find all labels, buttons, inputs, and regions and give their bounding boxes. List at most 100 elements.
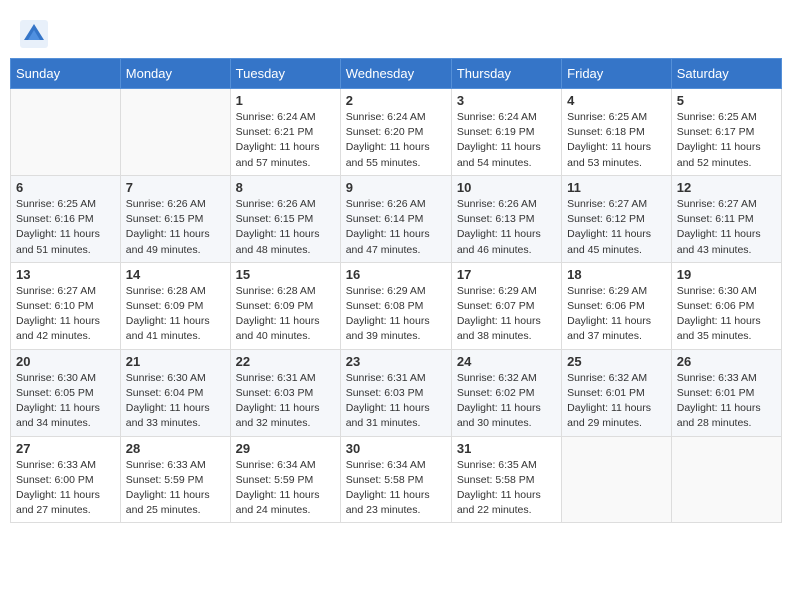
day-number: 19 xyxy=(677,267,776,282)
day-info: Sunrise: 6:25 AMSunset: 6:16 PMDaylight:… xyxy=(16,197,115,258)
day-number: 31 xyxy=(457,441,556,456)
calendar-week-row: 20 Sunrise: 6:30 AMSunset: 6:05 PMDayligh… xyxy=(11,349,782,436)
calendar-cell xyxy=(671,436,781,523)
day-number: 10 xyxy=(457,180,556,195)
day-info: Sunrise: 6:24 AMSunset: 6:21 PMDaylight:… xyxy=(236,110,335,171)
calendar-cell: 25 Sunrise: 6:32 AMSunset: 6:01 PMDayligh… xyxy=(562,349,672,436)
logo xyxy=(20,20,52,48)
day-number: 17 xyxy=(457,267,556,282)
day-number: 23 xyxy=(346,354,446,369)
calendar-cell: 30Sunrise: 6:34 AMSunset: 5:58 PMDayligh… xyxy=(340,436,451,523)
calendar-cell: 13 Sunrise: 6:27 AMSunset: 6:10 PMDayligh… xyxy=(11,262,121,349)
day-number: 12 xyxy=(677,180,776,195)
calendar-cell xyxy=(562,436,672,523)
day-info: Sunrise: 6:24 AMSunset: 6:20 PMDaylight:… xyxy=(346,110,446,171)
day-info: Sunrise: 6:25 AMSunset: 6:17 PMDaylight:… xyxy=(677,110,776,171)
day-info: Sunrise: 6:32 AMSunset: 6:02 PMDaylight:… xyxy=(457,371,556,432)
calendar-cell: 1 Sunrise: 6:24 AMSunset: 6:21 PMDaylight… xyxy=(230,89,340,176)
day-number: 27 xyxy=(16,441,115,456)
day-number: 22 xyxy=(236,354,335,369)
day-number: 5 xyxy=(677,93,776,108)
day-info: Sunrise: 6:26 AMSunset: 6:13 PMDaylight:… xyxy=(457,197,556,258)
day-number: 26 xyxy=(677,354,776,369)
calendar-cell: 23 Sunrise: 6:31 AMSunset: 6:03 PMDayligh… xyxy=(340,349,451,436)
calendar-cell: 12 Sunrise: 6:27 AMSunset: 6:11 PMDayligh… xyxy=(671,175,781,262)
day-info: Sunrise: 6:28 AMSunset: 6:09 PMDaylight:… xyxy=(126,284,225,345)
day-info: Sunrise: 6:30 AMSunset: 6:04 PMDaylight:… xyxy=(126,371,225,432)
day-info: Sunrise: 6:31 AMSunset: 6:03 PMDaylight:… xyxy=(236,371,335,432)
day-number: 14 xyxy=(126,267,225,282)
calendar-week-row: 27 Sunrise: 6:33 AMSunset: 6:00 PMDayligh… xyxy=(11,436,782,523)
day-info: Sunrise: 6:24 AMSunset: 6:19 PMDaylight:… xyxy=(457,110,556,171)
day-info: Sunrise: 6:33 AMSunset: 6:01 PMDaylight:… xyxy=(677,371,776,432)
calendar-cell: 18 Sunrise: 6:29 AMSunset: 6:06 PMDayligh… xyxy=(562,262,672,349)
day-number: 4 xyxy=(567,93,666,108)
calendar-cell: 8Sunrise: 6:26 AMSunset: 6:15 PMDaylight… xyxy=(230,175,340,262)
calendar-cell: 16Sunrise: 6:29 AMSunset: 6:08 PMDayligh… xyxy=(340,262,451,349)
calendar-week-row: 6 Sunrise: 6:25 AMSunset: 6:16 PMDaylight… xyxy=(11,175,782,262)
day-info: Sunrise: 6:27 AMSunset: 6:12 PMDaylight:… xyxy=(567,197,666,258)
day-number: 25 xyxy=(567,354,666,369)
calendar-cell: 31 Sunrise: 6:35 AMSunset: 5:58 PMDayligh… xyxy=(451,436,561,523)
day-number: 3 xyxy=(457,93,556,108)
day-number: 7 xyxy=(126,180,225,195)
calendar-cell: 22 Sunrise: 6:31 AMSunset: 6:03 PMDayligh… xyxy=(230,349,340,436)
weekday-header: Saturday xyxy=(671,59,781,89)
calendar-header-row: SundayMondayTuesdayWednesdayThursdayFrid… xyxy=(11,59,782,89)
day-number: 24 xyxy=(457,354,556,369)
day-number: 13 xyxy=(16,267,115,282)
calendar-cell: 6 Sunrise: 6:25 AMSunset: 6:16 PMDaylight… xyxy=(11,175,121,262)
day-info: Sunrise: 6:33 AMSunset: 5:59 PMDaylight:… xyxy=(126,458,225,519)
calendar-cell: 11 Sunrise: 6:27 AMSunset: 6:12 PMDayligh… xyxy=(562,175,672,262)
day-info: Sunrise: 6:27 AMSunset: 6:11 PMDaylight:… xyxy=(677,197,776,258)
day-number: 15 xyxy=(236,267,335,282)
calendar-cell: 24 Sunrise: 6:32 AMSunset: 6:02 PMDayligh… xyxy=(451,349,561,436)
weekday-header: Wednesday xyxy=(340,59,451,89)
calendar-cell: 14 Sunrise: 6:28 AMSunset: 6:09 PMDayligh… xyxy=(120,262,230,349)
calendar-cell: 20 Sunrise: 6:30 AMSunset: 6:05 PMDayligh… xyxy=(11,349,121,436)
day-info: Sunrise: 6:28 AMSunset: 6:09 PMDaylight:… xyxy=(236,284,335,345)
calendar-cell: 2 Sunrise: 6:24 AMSunset: 6:20 PMDaylight… xyxy=(340,89,451,176)
calendar-table: SundayMondayTuesdayWednesdayThursdayFrid… xyxy=(10,58,782,523)
calendar-cell: 9 Sunrise: 6:26 AMSunset: 6:14 PMDaylight… xyxy=(340,175,451,262)
day-number: 2 xyxy=(346,93,446,108)
day-info: Sunrise: 6:35 AMSunset: 5:58 PMDaylight:… xyxy=(457,458,556,519)
day-info: Sunrise: 6:30 AMSunset: 6:05 PMDaylight:… xyxy=(16,371,115,432)
day-info: Sunrise: 6:26 AMSunset: 6:14 PMDaylight:… xyxy=(346,197,446,258)
day-info: Sunrise: 6:33 AMSunset: 6:00 PMDaylight:… xyxy=(16,458,115,519)
day-info: Sunrise: 6:27 AMSunset: 6:10 PMDaylight:… xyxy=(16,284,115,345)
calendar-cell: 3 Sunrise: 6:24 AMSunset: 6:19 PMDaylight… xyxy=(451,89,561,176)
day-info: Sunrise: 6:31 AMSunset: 6:03 PMDaylight:… xyxy=(346,371,446,432)
calendar-cell: 28 Sunrise: 6:33 AMSunset: 5:59 PMDayligh… xyxy=(120,436,230,523)
day-info: Sunrise: 6:30 AMSunset: 6:06 PMDaylight:… xyxy=(677,284,776,345)
day-number: 21 xyxy=(126,354,225,369)
logo-icon xyxy=(20,20,48,48)
calendar-cell: 17 Sunrise: 6:29 AMSunset: 6:07 PMDayligh… xyxy=(451,262,561,349)
day-number: 28 xyxy=(126,441,225,456)
page-header xyxy=(10,10,782,53)
weekday-header: Friday xyxy=(562,59,672,89)
day-info: Sunrise: 6:26 AMSunset: 6:15 PMDaylight:… xyxy=(126,197,225,258)
day-info: Sunrise: 6:32 AMSunset: 6:01 PMDaylight:… xyxy=(567,371,666,432)
calendar-cell: 5 Sunrise: 6:25 AMSunset: 6:17 PMDaylight… xyxy=(671,89,781,176)
day-info: Sunrise: 6:29 AMSunset: 6:07 PMDaylight:… xyxy=(457,284,556,345)
day-number: 6 xyxy=(16,180,115,195)
day-info: Sunrise: 6:29 AMSunset: 6:06 PMDaylight:… xyxy=(567,284,666,345)
day-info: Sunrise: 6:34 AMSunset: 5:58 PMDaylight:… xyxy=(346,458,446,519)
day-number: 20 xyxy=(16,354,115,369)
calendar-cell xyxy=(120,89,230,176)
calendar-cell: 19 Sunrise: 6:30 AMSunset: 6:06 PMDayligh… xyxy=(671,262,781,349)
day-number: 9 xyxy=(346,180,446,195)
calendar-cell: 4Sunrise: 6:25 AMSunset: 6:18 PMDaylight… xyxy=(562,89,672,176)
calendar-cell: 27 Sunrise: 6:33 AMSunset: 6:00 PMDayligh… xyxy=(11,436,121,523)
calendar-cell: 26 Sunrise: 6:33 AMSunset: 6:01 PMDayligh… xyxy=(671,349,781,436)
weekday-header: Sunday xyxy=(11,59,121,89)
day-number: 11 xyxy=(567,180,666,195)
calendar-cell xyxy=(11,89,121,176)
day-number: 16 xyxy=(346,267,446,282)
weekday-header: Monday xyxy=(120,59,230,89)
calendar-week-row: 13 Sunrise: 6:27 AMSunset: 6:10 PMDayligh… xyxy=(11,262,782,349)
day-number: 8 xyxy=(236,180,335,195)
day-number: 1 xyxy=(236,93,335,108)
day-number: 18 xyxy=(567,267,666,282)
